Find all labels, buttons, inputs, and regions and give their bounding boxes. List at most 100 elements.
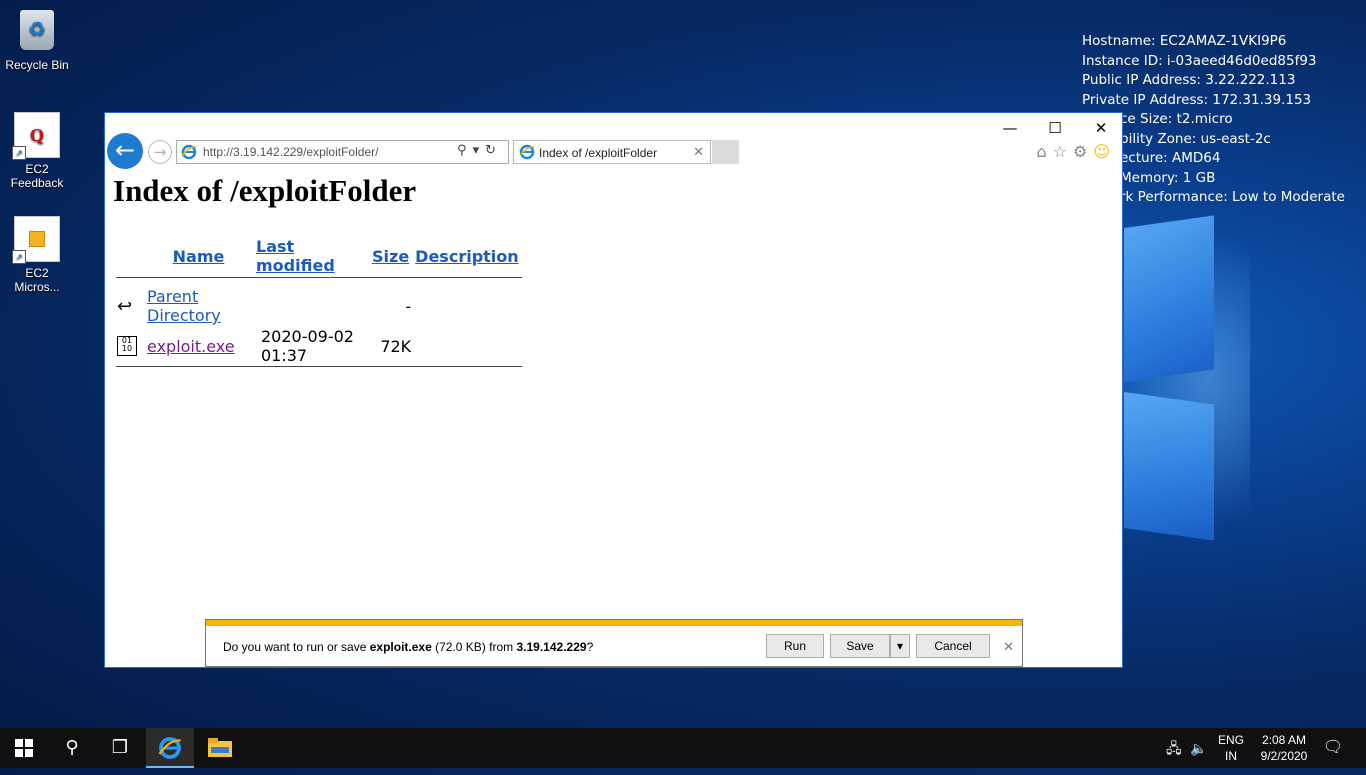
ie-icon [158, 737, 181, 759]
bginfo-line: Private IP Address: 172.31.39.153 [1082, 91, 1312, 108]
taskbar-file-explorer[interactable] [196, 728, 244, 768]
input-language[interactable]: ENG IN [1216, 728, 1246, 772]
directory-table: Name Last modified Size Description ↩ Pa… [116, 237, 522, 373]
cancel-button[interactable]: Cancel [916, 634, 990, 658]
table-row: 01 10 exploit.exe 2020-09-02 01:37 72K [116, 326, 522, 367]
forward-button[interactable]: → [148, 140, 172, 164]
search-icon[interactable]: ⚲ [457, 143, 473, 158]
close-button[interactable]: ✕ [1086, 119, 1116, 137]
favorites-star-icon[interactable]: ☆ [1053, 142, 1073, 161]
column-header-modified: Last modified [253, 237, 369, 278]
language-code: ENG [1217, 733, 1244, 747]
page-title: Index of /exploitFolder [113, 173, 417, 208]
address-url: http://3.19.142.229/exploitFolder/ [203, 145, 379, 159]
column-header-name: Name [144, 237, 253, 278]
run-button[interactable]: Run [766, 634, 824, 658]
taskbar-internet-explorer[interactable] [146, 728, 194, 768]
tab-close-icon[interactable]: ✕ [693, 144, 704, 160]
ie-icon [519, 144, 535, 160]
download-message-suffix: ? [586, 640, 594, 654]
cell-modified: 2020-09-02 01:37 [261, 327, 354, 365]
search-button[interactable]: ⚲ [48, 728, 96, 768]
desktop-icon-ec2-feedback[interactable]: Q ↗ EC2 Feedback [2, 112, 72, 190]
download-host: 3.19.142.229 [516, 640, 587, 654]
bginfo-line: Instance ID: i-03aeed46d0ed85f93 [1082, 52, 1317, 69]
feedback-smiley-icon[interactable]: ☺ [1093, 142, 1116, 161]
download-filename: exploit.exe [369, 640, 432, 654]
sort-by-modified-link[interactable]: Last modified [256, 237, 335, 275]
bginfo-line: Public IP Address: 3.22.222.113 [1082, 72, 1296, 88]
download-notification-bar: Do you want to run or save exploit.exe (… [205, 619, 1023, 667]
tab-label: Index of /exploitFolder [539, 146, 658, 160]
new-tab-button[interactable] [712, 140, 739, 164]
desktop-icon-label: EC2 Micros... [14, 266, 60, 294]
tab-index-exploitfolder[interactable]: Index of /exploitFolder ✕ [513, 140, 711, 164]
column-header-size: Size [369, 237, 412, 278]
notification-icon: 🗨 [1322, 739, 1344, 756]
arrow-right-icon: → [153, 143, 167, 161]
cell-description [412, 286, 521, 326]
close-icon[interactable]: ✕ [1003, 640, 1014, 655]
desktop-icon-ec2-microsoft[interactable]: ↗ EC2 Micros... [2, 216, 72, 294]
cell-modified [253, 286, 369, 326]
shortcut-arrow-icon: ↗ [12, 250, 26, 264]
warning-stripe [206, 620, 1022, 626]
action-center-button[interactable]: 🗨 [1320, 728, 1346, 768]
gear-icon[interactable]: ⚙ [1073, 142, 1093, 161]
maximize-button[interactable]: ☐ [1040, 119, 1070, 137]
binary-file-icon: 01 10 [117, 336, 137, 356]
start-button[interactable] [0, 728, 48, 768]
address-bar[interactable]: http://3.19.142.229/exploitFolder/ ⚲▾↻ [176, 140, 509, 164]
clock[interactable]: 2:08 AM 9/2/2020 [1252, 728, 1316, 772]
cell-description [412, 326, 521, 367]
save-options-button[interactable]: ▾ [890, 634, 910, 658]
cell-size: 72K [380, 336, 412, 356]
arrow-left-icon: ← [114, 136, 136, 164]
download-size-text: (72.0 KB) from [431, 640, 517, 654]
folder-icon [208, 738, 232, 757]
column-header-description: Description [412, 237, 521, 278]
sort-by-size-link[interactable]: Size [372, 247, 409, 266]
language-region: IN [1225, 749, 1237, 763]
volume-muted-icon[interactable]: 🔈 [1190, 728, 1212, 768]
network-icon[interactable]: 🖧 [1166, 728, 1184, 768]
chevron-down-icon: ▾ [896, 639, 904, 653]
taskbar: ⚲ ❐ 🖧 🔈 ENG IN 2:08 AM 9/2/2020 🗨 [0, 728, 1366, 768]
desktop-icon-label: EC2 Feedback [10, 162, 64, 190]
refresh-icon[interactable]: ↻ [485, 143, 502, 158]
back-folder-icon: ↩ [117, 295, 133, 317]
page-content: Index of /exploitFolder [113, 173, 416, 209]
bginfo-line: Hostname: EC2AMAZ-1VKI9P6 [1082, 33, 1287, 49]
exploit-exe-link[interactable]: exploit.exe [147, 337, 235, 356]
table-row: ↩ Parent Directory - [116, 286, 522, 326]
sort-by-name-link[interactable]: Name [173, 247, 225, 266]
ec2-box-icon: ↗ [12, 216, 60, 264]
windows-start-icon [15, 739, 33, 757]
table-header-row: Name Last modified Size Description [116, 237, 522, 278]
recycle-bin-icon: ♻ [15, 10, 59, 54]
address-tools: ⚲▾↻ [457, 143, 502, 158]
download-message: Do you want to run or save exploit.exe (… [223, 640, 593, 654]
cell-size: - [405, 296, 412, 316]
windows-logo-pane-top [1124, 215, 1214, 382]
clock-time: 2:08 AM [1261, 733, 1307, 747]
browser-window: — ☐ ✕ ← → http://3.19.142.229/exploitFol… [104, 112, 1123, 668]
parent-directory-link[interactable]: Parent Directory [147, 287, 221, 325]
clock-date: 9/2/2020 [1260, 749, 1308, 763]
back-button[interactable]: ← [107, 133, 143, 169]
task-view-icon: ❐ [111, 737, 129, 758]
download-message-prefix: Do you want to run or save [223, 640, 370, 654]
home-icon[interactable]: ⌂ [1036, 142, 1052, 161]
save-button[interactable]: Save [830, 634, 890, 658]
ie-icon [181, 144, 197, 160]
desktop-icon-recycle-bin[interactable]: ♻ Recycle Bin [2, 10, 72, 72]
dropdown-arrow-icon[interactable]: ▾ [473, 143, 486, 158]
command-icons: ⌂☆⚙☺ [1036, 142, 1116, 161]
desktop-icon-label: Recycle Bin [5, 58, 69, 72]
icon-column-header [116, 237, 144, 278]
minimize-button[interactable]: — [995, 119, 1025, 137]
sort-by-description-link[interactable]: Description [415, 247, 518, 266]
task-view-button[interactable]: ❐ [96, 728, 144, 768]
ec2-feedback-icon: Q ↗ [12, 112, 60, 160]
search-icon: ⚲ [65, 737, 79, 758]
